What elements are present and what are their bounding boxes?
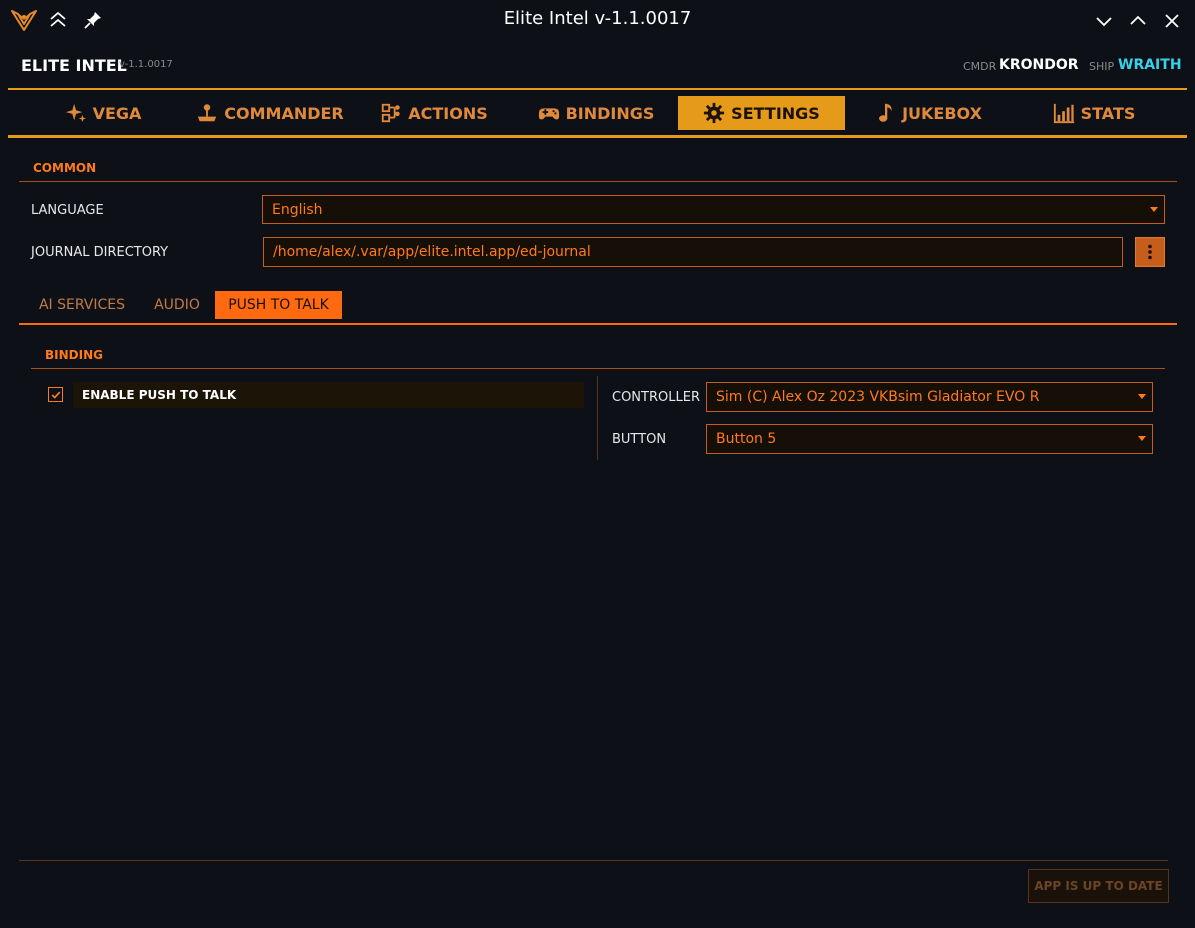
controller-value: Sim (C) Alex Oz 2023 VKBsim Gladiator EV… bbox=[716, 389, 1040, 405]
nav-bottom-border bbox=[8, 135, 1187, 138]
sparkle-icon bbox=[65, 103, 86, 123]
language-value: English bbox=[272, 201, 323, 218]
gear-icon bbox=[704, 102, 725, 124]
double-chevron-up-icon bbox=[50, 11, 66, 27]
subtab-audio-label: AUDIO bbox=[154, 297, 200, 313]
close-icon bbox=[1165, 14, 1179, 28]
pin-button[interactable] bbox=[82, 9, 104, 31]
tab-stats-label: STATS bbox=[1080, 103, 1136, 123]
tab-bindings-label: BINDINGS bbox=[565, 103, 655, 123]
cmdr-label: CMDR bbox=[963, 60, 997, 73]
footer-rule bbox=[19, 860, 1168, 861]
gamepad-icon bbox=[538, 108, 559, 120]
chevron-down-icon bbox=[1138, 436, 1146, 441]
common-section-title: COMMON bbox=[33, 161, 97, 175]
more-vertical-icon bbox=[1148, 244, 1152, 260]
tab-actions[interactable]: ACTIONS bbox=[374, 96, 494, 130]
tab-stats[interactable]: STATS bbox=[1048, 96, 1140, 130]
ship-label: SHIP bbox=[1089, 60, 1115, 73]
subtab-push-to-talk-label: PUSH TO TALK bbox=[228, 297, 329, 313]
chevron-down-icon bbox=[1150, 206, 1158, 212]
journal-directory-value: /home/alex/.var/app/elite.intel.app/ed-j… bbox=[273, 244, 591, 260]
chevron-up-icon bbox=[1130, 15, 1146, 25]
close-button[interactable] bbox=[1161, 10, 1183, 32]
pin-icon bbox=[84, 12, 101, 29]
controller-select[interactable]: Sim (C) Alex Oz 2023 VKBsim Gladiator EV… bbox=[706, 382, 1153, 412]
tab-jukebox-label: JUKEBOX bbox=[902, 103, 982, 123]
music-note-icon bbox=[879, 103, 892, 122]
elite-logo-icon bbox=[10, 8, 38, 32]
subtab-ai-services-label: AI SERVICES bbox=[38, 297, 126, 313]
bar-chart-icon bbox=[1053, 103, 1074, 124]
journal-directory-label: JOURNAL DIRECTORY bbox=[31, 245, 169, 260]
button-label: BUTTON bbox=[612, 432, 667, 447]
binding-divider bbox=[597, 376, 598, 460]
subtab-ai-services[interactable]: AI SERVICES bbox=[31, 291, 133, 319]
joystick-icon bbox=[198, 104, 217, 122]
tab-commander-label: COMMANDER bbox=[224, 103, 344, 123]
checkmark-icon bbox=[51, 391, 60, 399]
common-section-rule bbox=[19, 181, 1177, 182]
collapse-up-button[interactable] bbox=[47, 9, 69, 31]
journal-directory-input[interactable]: /home/alex/.var/app/elite.intel.app/ed-j… bbox=[263, 237, 1123, 267]
tab-jukebox[interactable]: JUKEBOX bbox=[872, 96, 984, 130]
cmdr-name: KRONDOR bbox=[999, 57, 1079, 73]
chevron-down-icon bbox=[1096, 17, 1112, 27]
subtab-rule bbox=[19, 323, 1177, 325]
tab-settings[interactable]: SETTINGS bbox=[678, 96, 845, 130]
enable-ptt-checkbox[interactable] bbox=[48, 387, 63, 402]
ship-name: WRAITH bbox=[1118, 57, 1182, 73]
chevron-down-icon bbox=[1138, 394, 1146, 399]
browse-directory-button[interactable] bbox=[1135, 237, 1165, 267]
minimize-button[interactable] bbox=[1093, 10, 1115, 32]
language-label: LANGUAGE bbox=[31, 203, 104, 218]
actions-icon bbox=[382, 103, 400, 123]
brand-title: ELITE INTEL bbox=[21, 56, 127, 75]
tab-commander[interactable]: COMMANDER bbox=[192, 96, 348, 130]
tab-vega[interactable]: VEGA bbox=[58, 96, 148, 130]
tab-actions-label: ACTIONS bbox=[408, 103, 488, 123]
binding-section-title: BINDING bbox=[45, 348, 103, 362]
tab-settings-label: SETTINGS bbox=[731, 103, 820, 123]
controller-label: CONTROLLER bbox=[612, 390, 700, 405]
update-status-button[interactable]: APP IS UP TO DATE bbox=[1028, 869, 1169, 903]
enable-ptt-label: ENABLE PUSH TO TALK bbox=[82, 388, 237, 402]
subtab-push-to-talk[interactable]: PUSH TO TALK bbox=[215, 291, 342, 319]
language-select[interactable]: English bbox=[262, 195, 1165, 224]
button-select[interactable]: Button 5 bbox=[706, 424, 1153, 454]
tab-vega-label: VEGA bbox=[92, 103, 142, 123]
button-value: Button 5 bbox=[716, 431, 777, 447]
nav-top-border bbox=[8, 88, 1187, 90]
title-bar bbox=[0, 0, 1195, 40]
brand-version: v-1.1.0017 bbox=[119, 59, 173, 70]
maximize-button[interactable] bbox=[1127, 10, 1149, 32]
binding-section-rule bbox=[31, 368, 1165, 369]
subtab-audio[interactable]: AUDIO bbox=[145, 291, 209, 319]
tab-bindings[interactable]: BINDINGS bbox=[530, 96, 662, 130]
